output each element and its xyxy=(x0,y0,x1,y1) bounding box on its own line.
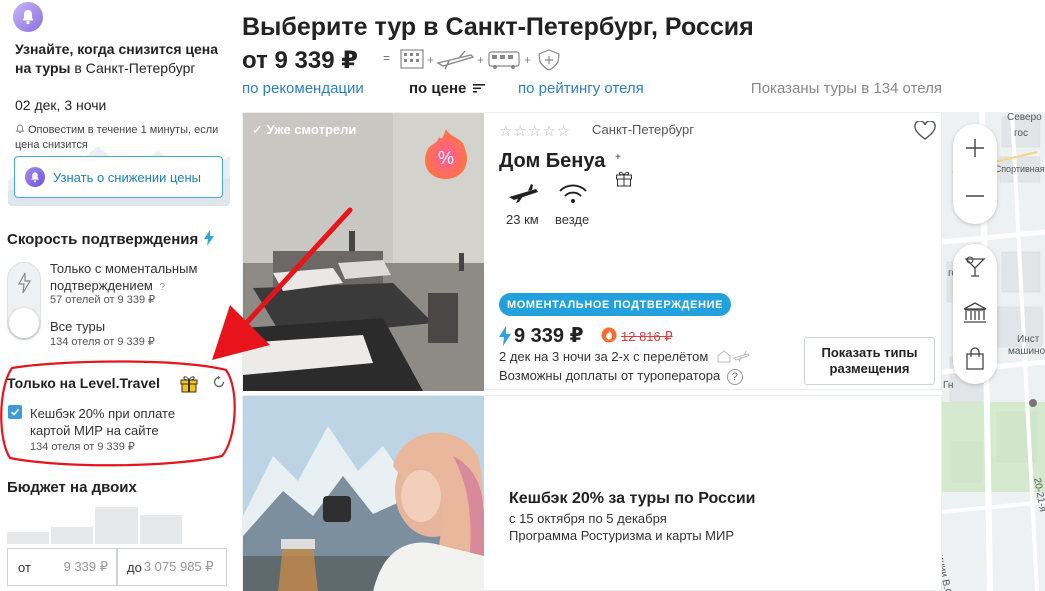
sort-order-icon xyxy=(472,84,485,93)
hotel-city: Санкт-Петербург xyxy=(592,122,694,137)
bell-icon xyxy=(13,2,43,32)
map-label: Инст xyxy=(1017,334,1040,345)
hotel-stars: ☆☆☆☆☆ xyxy=(499,123,572,140)
hotel-icon xyxy=(400,49,424,69)
filters-sidebar: Узнайте, когда снизится цена на туры в С… xyxy=(0,0,236,591)
promo-title: Кешбэк 20% за туры по России xyxy=(509,490,756,507)
zoom-out-button[interactable] xyxy=(953,172,997,220)
speed-option-instant[interactable]: Только с моментальным подтверждением ? xyxy=(50,260,230,296)
svg-text:%: % xyxy=(438,148,454,168)
hotel-photo[interactable]: ✓ Уже смотрели % xyxy=(243,113,484,391)
svg-text:+: + xyxy=(427,53,434,67)
show-room-types-button[interactable]: Показать типы размещения xyxy=(804,337,935,385)
bus-icon xyxy=(488,51,520,69)
page-title: Выберите тур в Санкт-Петербург, Россия xyxy=(242,13,754,41)
map-zoom-controls xyxy=(953,124,997,224)
red-highlight-ellipse xyxy=(0,360,236,467)
price-drop-notify-button[interactable]: Узнать о снижении цены xyxy=(14,156,223,198)
map-poi-controls xyxy=(953,244,997,384)
tour-includes-icons: = + + + xyxy=(383,49,560,71)
map-label: машино xyxy=(1008,346,1045,357)
bell-icon xyxy=(25,167,45,187)
budget-from-label: от xyxy=(18,559,31,575)
promo-banner[interactable]: Кешбэк 20% за туры по России с 15 октябр… xyxy=(242,395,942,591)
cocktail-icon xyxy=(964,256,986,277)
minus-icon xyxy=(966,195,984,197)
gift-icon xyxy=(616,171,632,187)
budget-to-label: до xyxy=(127,559,142,575)
histogram-bar xyxy=(51,527,93,544)
map-shopping-button[interactable] xyxy=(953,336,997,382)
trip-details: 2 дек на 3 ночи за 2-х с перелётом xyxy=(499,349,750,364)
house-plane-icons xyxy=(717,350,750,363)
speed-option-all-count: 134 отеля от 9 339 ₽ xyxy=(50,336,155,348)
hotel-gift-badge: + xyxy=(615,151,641,187)
budget-to-input[interactable]: до 3 075 985 ₽ xyxy=(117,548,227,586)
woman-mountains-image xyxy=(243,396,484,591)
results-count: Показаны туры в 134 отеля xyxy=(750,80,942,97)
discount-badge-icon: % xyxy=(425,129,467,179)
budget-from-value: 9 339 ₽ xyxy=(63,559,108,574)
budget-from-input[interactable]: от 9 339 ₽ xyxy=(7,548,117,586)
promo-program: Программа Ростуризма и карты МИР xyxy=(509,528,735,543)
price-drop-notify-card: Узнайте, когда снизится цена на туры в С… xyxy=(8,0,230,206)
notify-hint: Оповестим в течение 1 минуты, если цена … xyxy=(15,124,219,151)
speed-option-all[interactable]: Все туры xyxy=(50,318,105,335)
old-price: 12 816 ₽ xyxy=(621,329,673,344)
lightning-icon xyxy=(499,325,511,346)
insurance-shield-icon xyxy=(538,49,560,71)
help-icon[interactable]: ? xyxy=(726,369,743,385)
svg-text:=: = xyxy=(383,51,390,65)
lightning-icon xyxy=(204,230,215,246)
notify-button-label: Узнать о снижении цены xyxy=(53,169,202,185)
sort-by-rating[interactable]: по рейтингу отеля xyxy=(518,80,644,97)
notify-date: 02 дек, 3 ночи xyxy=(15,97,107,113)
promo-photo xyxy=(243,396,484,591)
lightning-icon xyxy=(17,272,31,294)
svg-text:+: + xyxy=(524,53,531,67)
histogram-bar xyxy=(7,532,49,544)
extra-payments-note: Возможны доплаты от туроператора ? xyxy=(499,368,743,385)
wifi-icon xyxy=(559,184,587,203)
min-price: от 9 339 ₽ xyxy=(242,47,358,74)
favorite-heart-icon[interactable] xyxy=(914,121,936,141)
plane-icon xyxy=(436,50,475,70)
map-label: Северо xyxy=(1007,112,1042,123)
speed-toggle[interactable] xyxy=(7,262,41,340)
already-seen-label: ✓ Уже смотрели xyxy=(252,122,357,137)
budget-section-title: Бюджет на двоих xyxy=(7,479,137,496)
map-pin-icon xyxy=(1029,399,1037,407)
svg-text:+: + xyxy=(477,53,484,67)
hotel-name[interactable]: Дом Бенуа xyxy=(499,150,605,173)
speed-option-instant-count: 57 отелей от 9 339 ₽ xyxy=(50,294,156,306)
help-icon[interactable]: ? xyxy=(160,282,166,293)
small-bell-icon xyxy=(15,124,25,134)
sort-by-price[interactable]: по цене xyxy=(409,80,485,97)
airport-plane-icon xyxy=(509,184,538,203)
map-label: гос xyxy=(1014,128,1028,139)
histogram-bar xyxy=(140,515,182,544)
map-label: Гн xyxy=(943,380,954,391)
toggle-knob[interactable] xyxy=(9,308,39,338)
airport-distance: 23 км xyxy=(506,212,539,227)
map-bars-button[interactable] xyxy=(953,244,997,290)
notify-title: Узнайте, когда снизится цена на туры в С… xyxy=(15,41,219,76)
sort-by-recommendation[interactable]: по рекомендации xyxy=(242,80,364,97)
histogram-bar xyxy=(95,507,138,544)
hotel-price: 9 339 ₽ xyxy=(499,323,584,348)
promo-dates: с 15 октября по 5 декабря xyxy=(509,511,667,526)
zoom-in-button[interactable] xyxy=(953,124,997,172)
instant-confirmation-badge: МОМЕНТАЛЬНОЕ ПОДТВЕРЖДЕНИЕ xyxy=(499,293,732,316)
fire-discount-icon xyxy=(601,327,617,343)
budget-to-value: 3 075 985 ₽ xyxy=(143,559,214,574)
plus-icon xyxy=(966,139,984,157)
wifi-coverage: везде xyxy=(555,212,590,227)
map-museums-button[interactable] xyxy=(953,290,997,336)
hotel-card[interactable]: ✓ Уже смотрели % ☆☆☆☆☆ Санкт-Петербург Д… xyxy=(242,112,942,391)
museum-icon xyxy=(963,302,987,323)
speed-section-title: Скорость подтверждения xyxy=(7,230,215,248)
shopping-bag-icon xyxy=(966,347,984,370)
